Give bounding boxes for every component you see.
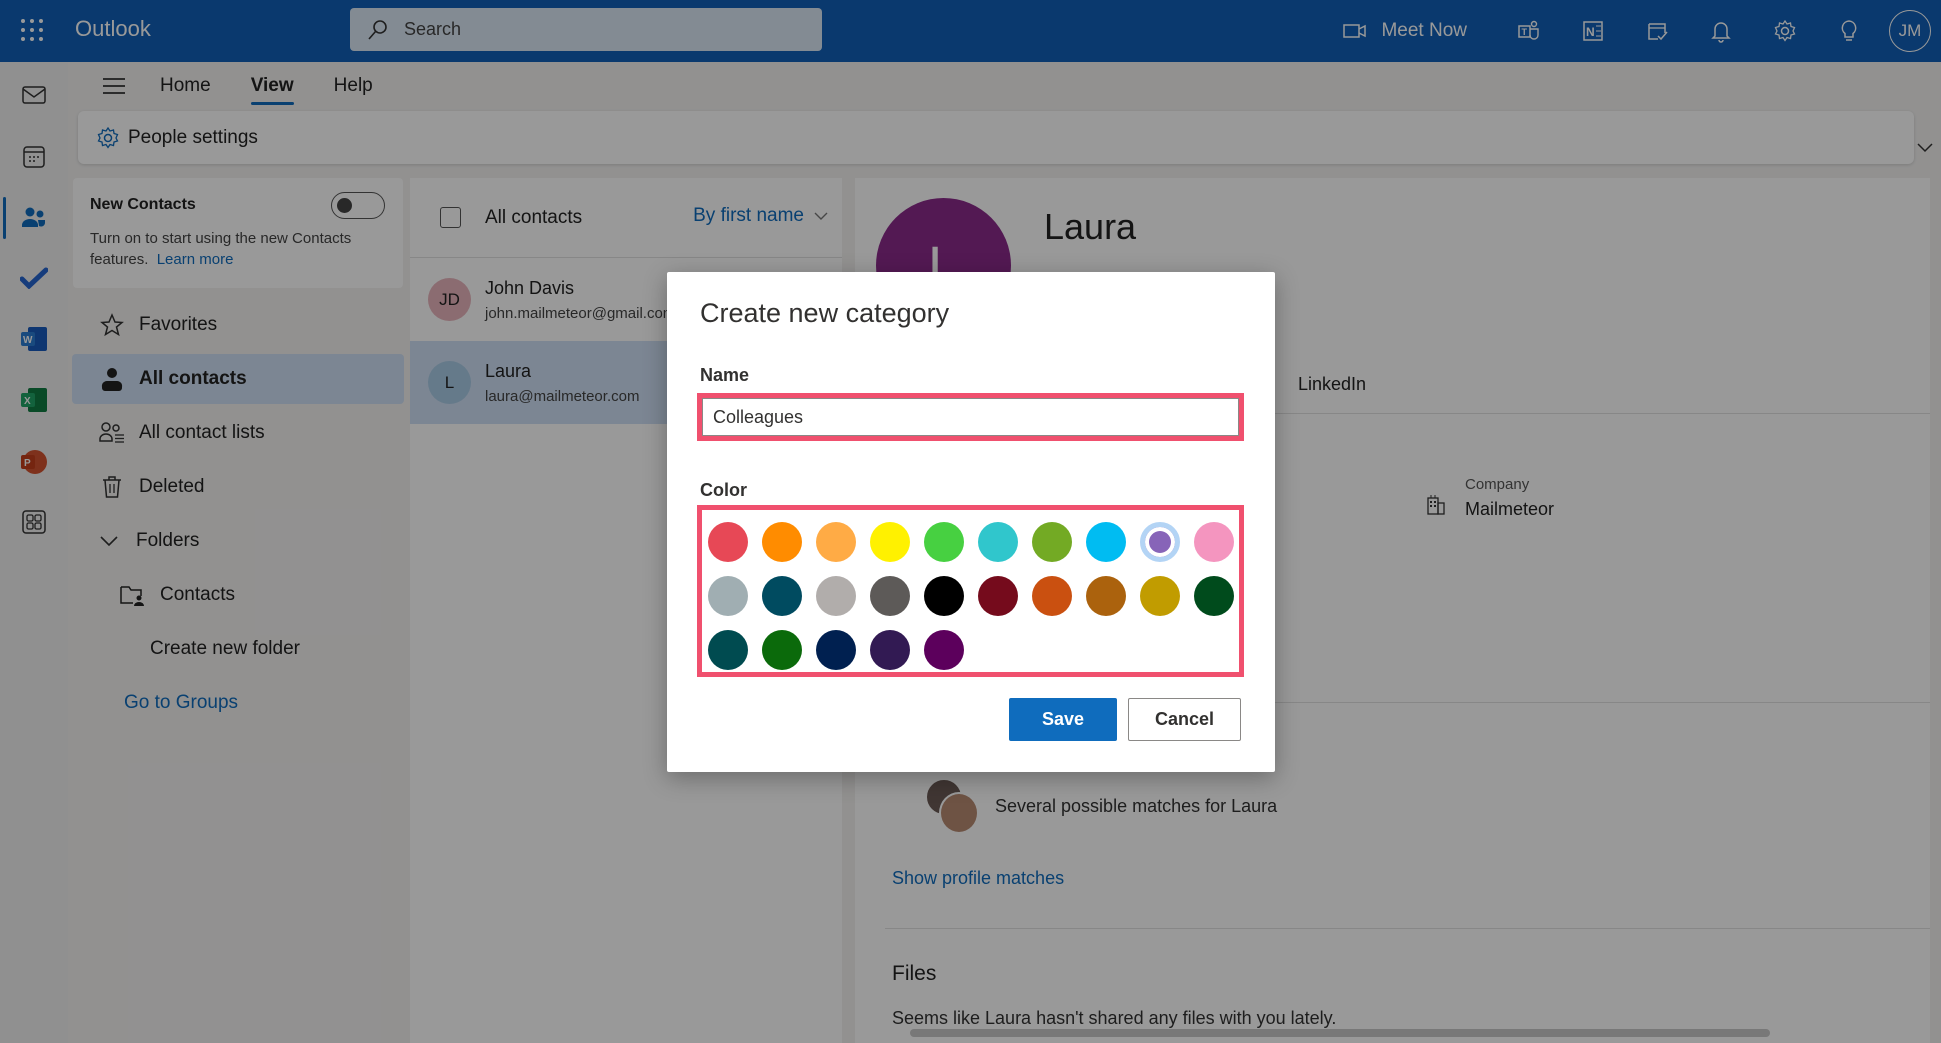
- save-button[interactable]: Save: [1009, 698, 1117, 741]
- color-swatch[interactable]: [924, 630, 964, 670]
- color-swatch[interactable]: [870, 522, 910, 562]
- color-swatch[interactable]: [708, 522, 748, 562]
- name-label: Name: [700, 365, 750, 385]
- color-swatch[interactable]: [978, 576, 1018, 616]
- color-swatch[interactable]: [924, 576, 964, 616]
- dialog-title: Create new category: [700, 298, 950, 328]
- color-label: Color: [700, 480, 747, 500]
- cancel-button[interactable]: Cancel: [1128, 698, 1241, 741]
- color-swatch[interactable]: [1140, 576, 1180, 616]
- color-swatch[interactable]: [708, 630, 748, 670]
- create-category-dialog: Create new category Name Color Save Canc…: [667, 272, 1275, 772]
- color-swatch[interactable]: [924, 522, 964, 562]
- color-swatch[interactable]: [1032, 522, 1072, 562]
- color-swatch[interactable]: [870, 630, 910, 670]
- name-highlight: [697, 393, 1244, 441]
- color-swatch[interactable]: [1086, 576, 1126, 616]
- category-name-input[interactable]: [702, 398, 1239, 436]
- color-swatch[interactable]: [978, 522, 1018, 562]
- color-swatch[interactable]: [762, 630, 802, 670]
- color-swatch[interactable]: [816, 522, 856, 562]
- color-swatch[interactable]: [1140, 522, 1180, 562]
- color-swatch-grid: [708, 522, 1239, 670]
- color-swatch[interactable]: [816, 630, 856, 670]
- color-swatch[interactable]: [1086, 522, 1126, 562]
- color-swatch[interactable]: [1032, 576, 1072, 616]
- color-swatch[interactable]: [1194, 576, 1234, 616]
- color-highlight: [697, 505, 1244, 677]
- color-swatch[interactable]: [1194, 522, 1234, 562]
- color-swatch[interactable]: [762, 576, 802, 616]
- color-swatch[interactable]: [870, 576, 910, 616]
- color-swatch[interactable]: [816, 576, 856, 616]
- color-swatch[interactable]: [708, 576, 748, 616]
- color-swatch[interactable]: [762, 522, 802, 562]
